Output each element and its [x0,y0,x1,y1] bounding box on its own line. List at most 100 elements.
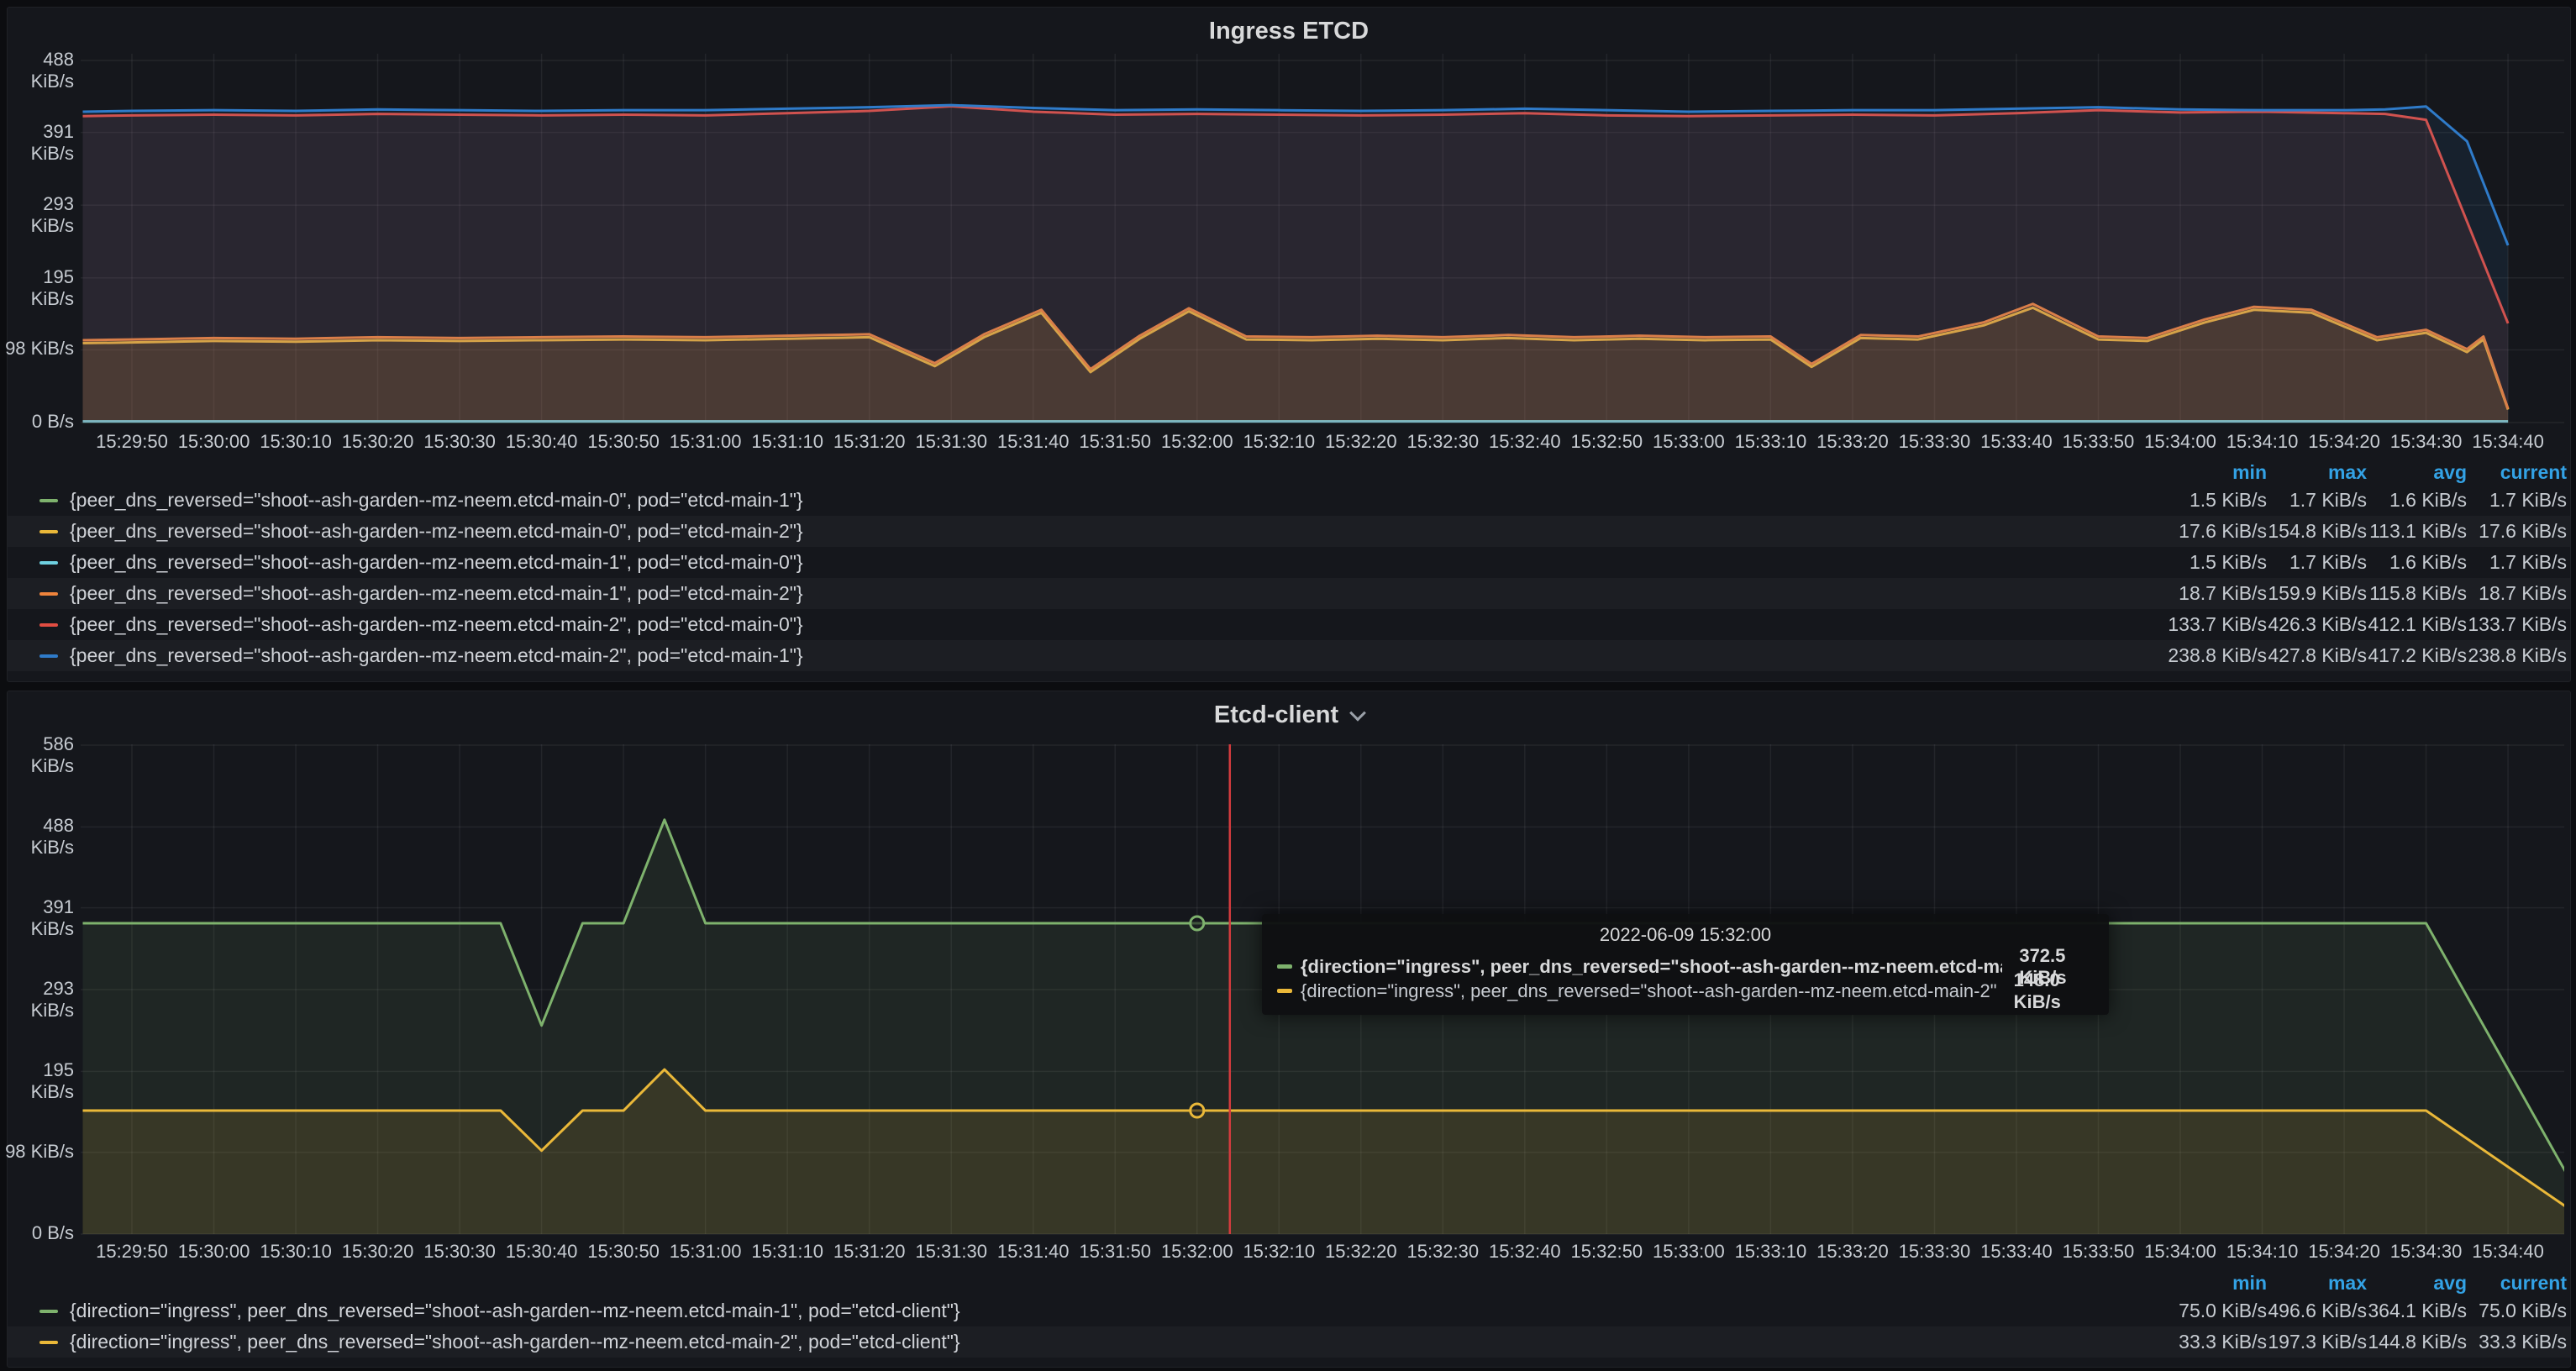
legend-series-label[interactable]: {direction="ingress", peer_dns_reversed=… [70,1331,960,1353]
hover-point-marker [1191,917,1204,930]
legend-row: {peer_dns_reversed="shoot--ash-garden--m… [8,485,2570,516]
legend-value-avg: 1.6 KiB/s [2367,489,2467,512]
legend-series-label[interactable]: {peer_dns_reversed="shoot--ash-garden--m… [70,582,803,605]
chevron-down-icon [1349,705,1366,722]
legend-value-max: 159.9 KiB/s [2267,582,2367,605]
legend-series-label[interactable]: {peer_dns_reversed="shoot--ash-garden--m… [70,520,803,543]
legend-value-max: 154.8 KiB/s [2267,520,2367,543]
legend-value-current: 75.0 KiB/s [2467,1300,2567,1322]
legend-series-label[interactable]: {peer_dns_reversed="shoot--ash-garden--m… [70,489,803,512]
legend-series-label[interactable]: {peer_dns_reversed="shoot--ash-garden--m… [70,644,803,667]
legend-header-current[interactable]: current [2467,461,2567,484]
legend-value-avg: 115.8 KiB/s [2367,582,2467,605]
legend-header-min[interactable]: min [2167,1272,2267,1295]
legend-value-max: 426.3 KiB/s [2267,613,2367,636]
y-axis-label: 98 KiB/s [0,1141,74,1163]
tooltip-series-label: {direction="ingress", peer_dns_reversed=… [1301,956,2002,978]
series-color-dash-icon [39,1310,58,1313]
legend-header-avg[interactable]: avg [2367,1272,2467,1295]
legend-value-max: 496.6 KiB/s [2267,1300,2367,1322]
legend-header-avg[interactable]: avg [2367,461,2467,484]
chart-canvas-1[interactable] [81,52,2564,424]
panel-title-ingress-etcd[interactable]: Ingress ETCD [8,18,2570,45]
legend-value-max: 1.7 KiB/s [2267,551,2367,574]
x-axis-label: 15:34:40 [2452,1241,2563,1263]
series-color-dash-icon [39,1341,58,1344]
tooltip-series-row: {direction="ingress", peer_dns_reversed=… [1277,954,2094,979]
legend-value-avg: 1.6 KiB/s [2367,551,2467,574]
legend-value-avg: 417.2 KiB/s [2367,644,2467,667]
series-color-dash-icon [39,561,58,565]
series-color-dash-icon [39,623,58,627]
legend-value-avg: 144.8 KiB/s [2367,1331,2467,1353]
legend-series-label[interactable]: {peer_dns_reversed="shoot--ash-garden--m… [70,613,803,636]
y-axis-label: 488 KiB/s [0,815,74,859]
series-color-dash-icon [39,499,58,502]
panel-title-text: Ingress ETCD [1209,18,1369,45]
series-color-dash-icon [39,654,58,658]
tooltip-timestamp: 2022-06-09 15:32:00 [1277,924,2094,946]
y-axis-label: 0 B/s [0,411,74,433]
legend-row: {direction="ingress", peer_dns_reversed=… [8,1326,2570,1358]
legend-value-current: 1.7 KiB/s [2467,489,2567,512]
series-area [82,105,2508,423]
legend-series-label[interactable]: {peer_dns_reversed="shoot--ash-garden--m… [70,551,803,574]
legend-value-min: 1.5 KiB/s [2167,489,2267,512]
legend-row: {direction="ingress", peer_dns_reversed=… [8,1295,2570,1326]
y-axis-label: 98 KiB/s [0,338,74,360]
legend-header-max[interactable]: max [2267,461,2367,484]
legend-value-current: 133.7 KiB/s [2467,613,2567,636]
y-axis-label: 293 KiB/s [0,978,74,1022]
tooltip: 2022-06-09 15:32:00 {direction="ingress"… [1262,914,2109,1015]
legend-value-max: 427.8 KiB/s [2267,644,2367,667]
y-axis-label: 293 KiB/s [0,193,74,237]
legend-value-max: 1.7 KiB/s [2267,489,2367,512]
legend-value-min: 1.5 KiB/s [2167,551,2267,574]
legend-value-min: 33.3 KiB/s [2167,1331,2267,1353]
legend-value-avg: 113.1 KiB/s [2367,520,2467,543]
panel-title-etcd-client[interactable]: Etcd-client [8,701,2570,729]
legend-value-current: 1.7 KiB/s [2467,551,2567,574]
legend-value-current: 18.7 KiB/s [2467,582,2567,605]
legend-row: {peer_dns_reversed="shoot--ash-garden--m… [8,609,2570,640]
panel-title-text: Etcd-client [1214,701,1338,728]
grafana-dashboard: Ingress ETCD minmaxavgcurrent {peer_dns_… [0,0,2576,1371]
y-axis-label: 195 KiB/s [0,266,74,310]
legend-etcd-client: minmaxavgcurrent {direction="ingress", p… [8,1270,2570,1358]
y-axis-label: 391 KiB/s [0,121,74,165]
legend-value-avg: 364.1 KiB/s [2367,1300,2467,1322]
series-color-dash-icon [1277,989,1292,993]
legend-header: minmaxavgcurrent [8,1270,2570,1295]
hover-point-marker [1191,1104,1204,1117]
y-axis-label: 586 KiB/s [0,733,74,777]
legend-value-current: 238.8 KiB/s [2467,644,2567,667]
legend-value-min: 133.7 KiB/s [2167,613,2267,636]
tooltip-series-value: 148.0 KiB/s [1997,969,2094,1013]
legend-row: {peer_dns_reversed="shoot--ash-garden--m… [8,547,2570,578]
legend-header-current[interactable]: current [2467,1272,2567,1295]
legend-ingress-etcd: minmaxavgcurrent {peer_dns_reversed="sho… [8,460,2570,671]
legend-value-min: 75.0 KiB/s [2167,1300,2267,1322]
legend-value-min: 238.8 KiB/s [2167,644,2267,667]
legend-value-avg: 412.1 KiB/s [2367,613,2467,636]
series-color-dash-icon [39,530,58,533]
legend-header-max[interactable]: max [2267,1272,2367,1295]
legend-value-current: 33.3 KiB/s [2467,1331,2567,1353]
legend-value-min: 18.7 KiB/s [2167,582,2267,605]
tooltip-series-row: {direction="ingress", peer_dns_reversed=… [1277,979,2094,1003]
legend-row: {peer_dns_reversed="shoot--ash-garden--m… [8,578,2570,609]
legend-value-min: 17.6 KiB/s [2167,520,2267,543]
series-color-dash-icon [39,592,58,596]
series-color-dash-icon [1277,964,1292,969]
legend-header: minmaxavgcurrent [8,460,2570,485]
legend-series-label[interactable]: {direction="ingress", peer_dns_reversed=… [70,1300,960,1322]
y-axis-label: 488 KiB/s [0,49,74,92]
legend-value-max: 197.3 KiB/s [2267,1331,2367,1353]
y-axis-label: 391 KiB/s [0,896,74,940]
legend-header-min[interactable]: min [2167,461,2267,484]
x-axis-label: 15:34:40 [2452,431,2563,453]
tooltip-series-label: {direction="ingress", peer_dns_reversed=… [1301,980,1997,1002]
y-axis-label: 195 KiB/s [0,1059,74,1103]
y-axis-label: 0 B/s [0,1222,74,1244]
legend-row: {peer_dns_reversed="shoot--ash-garden--m… [8,516,2570,547]
